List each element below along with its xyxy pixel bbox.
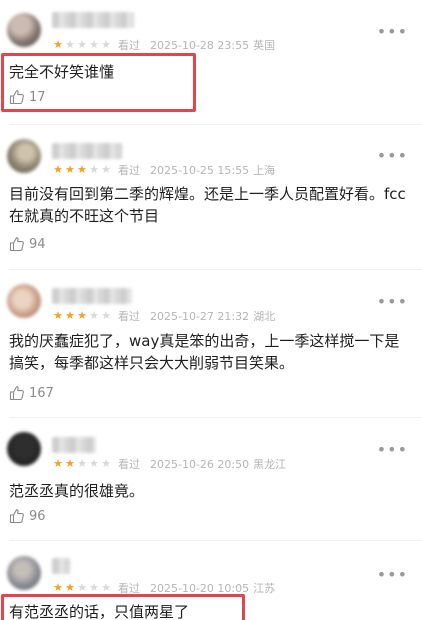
thumbs-up-icon xyxy=(9,90,24,105)
review-content: 有范丞丞的话，只值两星了 xyxy=(9,603,190,620)
like-count: 167 xyxy=(29,385,54,401)
like-button[interactable]: 17 xyxy=(9,89,46,105)
divider xyxy=(9,269,422,270)
like-button[interactable]: 167 xyxy=(9,385,54,401)
review-feed: ★ ★ ★ ★ ★ 看过 2025-10-28 23:55 英国 ••• 完全不好笑谁懂… xyxy=(0,0,422,620)
star-icon: ★ xyxy=(65,163,75,176)
watched-label: 看过 xyxy=(118,164,140,177)
star-icon: ★ xyxy=(77,457,87,470)
review-datetime: 2025-10-20 10:05 xyxy=(150,581,250,595)
thumbs-up-icon xyxy=(9,237,24,252)
avatar[interactable] xyxy=(7,432,41,466)
username-blurred[interactable] xyxy=(52,558,70,574)
rating-stars: ★ ★ ★ ★ ★ xyxy=(52,458,112,470)
username-blurred[interactable] xyxy=(52,143,122,159)
watched-label: 看过 xyxy=(118,39,140,52)
review-datetime: 2025-10-28 23:55 xyxy=(150,38,250,52)
star-icon: ★ xyxy=(65,309,75,322)
star-icon: ★ xyxy=(101,457,111,470)
star-icon: ★ xyxy=(77,309,87,322)
review-content: 我的厌蠢症犯了，way真是笨的出奇，上一季这样搅一下是搞笑，每季都这样只会大大削… xyxy=(9,332,400,372)
star-icon: ★ xyxy=(89,38,99,51)
like-count: 96 xyxy=(29,508,46,524)
like-button[interactable]: 96 xyxy=(9,508,46,524)
more-dots-icon[interactable]: ••• xyxy=(377,292,408,311)
star-icon: ★ xyxy=(65,38,75,51)
star-icon: ★ xyxy=(53,38,63,51)
review-content: 范丞丞真的很雄竟。 xyxy=(9,482,145,500)
star-icon: ★ xyxy=(77,38,87,51)
watched-label: 看过 xyxy=(118,310,140,323)
star-icon: ★ xyxy=(65,457,75,470)
review-content: 完全不好笑谁懂 xyxy=(9,63,115,81)
star-icon: ★ xyxy=(53,457,63,470)
avatar[interactable] xyxy=(7,284,41,318)
avatar[interactable] xyxy=(7,556,41,590)
star-icon: ★ xyxy=(101,581,111,594)
star-icon: ★ xyxy=(53,163,63,176)
more-dots-icon[interactable]: ••• xyxy=(377,146,408,165)
review-meta: ★ ★ ★ ★ ★ 看过 2025-10-27 21:32 湖北 xyxy=(52,309,276,324)
more-dots-icon[interactable]: ••• xyxy=(377,440,408,459)
thumbs-up-icon xyxy=(9,509,24,524)
watched-label: 看过 xyxy=(118,458,140,471)
rating-stars: ★ ★ ★ ★ ★ xyxy=(52,164,112,176)
review-meta: ★ ★ ★ ★ ★ 看过 2025-10-25 15:55 上海 xyxy=(52,163,276,178)
star-icon: ★ xyxy=(101,309,111,322)
star-icon: ★ xyxy=(101,163,111,176)
star-icon: ★ xyxy=(77,163,87,176)
avatar[interactable] xyxy=(7,13,41,47)
review-location: 上海 xyxy=(253,164,276,177)
review-location: 英国 xyxy=(253,39,276,52)
like-button[interactable]: 94 xyxy=(9,236,46,252)
like-count: 17 xyxy=(29,89,46,105)
username-blurred[interactable] xyxy=(52,12,134,28)
star-icon: ★ xyxy=(53,581,63,594)
review-meta: ★ ★ ★ ★ ★ 看过 2025-10-28 23:55 英国 xyxy=(52,38,276,53)
avatar[interactable] xyxy=(7,139,41,173)
rating-stars: ★ ★ ★ ★ ★ xyxy=(52,582,112,594)
star-icon: ★ xyxy=(65,581,75,594)
review-datetime: 2025-10-27 21:32 xyxy=(150,309,250,323)
more-dots-icon[interactable]: ••• xyxy=(377,22,408,41)
like-count: 94 xyxy=(29,236,46,252)
review-datetime: 2025-10-26 20:50 xyxy=(150,457,250,471)
rating-stars: ★ ★ ★ ★ ★ xyxy=(52,310,112,322)
rating-stars: ★ ★ ★ ★ ★ xyxy=(52,39,112,51)
review-location: 江苏 xyxy=(253,582,276,595)
review-meta: ★ ★ ★ ★ ★ 看过 2025-10-20 10:05 江苏 xyxy=(52,581,276,596)
watched-label: 看过 xyxy=(118,582,140,595)
star-icon: ★ xyxy=(89,163,99,176)
more-dots-icon[interactable]: ••• xyxy=(377,565,408,584)
star-icon: ★ xyxy=(89,457,99,470)
star-icon: ★ xyxy=(89,309,99,322)
star-icon: ★ xyxy=(101,38,111,51)
review-content: 目前没有回到第二季的辉煌。还是上一季人员配置好看。fcc在就真的不旺这个节目 xyxy=(9,185,406,225)
divider xyxy=(9,417,422,418)
review-datetime: 2025-10-25 15:55 xyxy=(150,163,250,177)
review-location: 湖北 xyxy=(253,310,276,323)
divider xyxy=(9,124,422,125)
star-icon: ★ xyxy=(89,581,99,594)
review-location: 黑龙江 xyxy=(253,458,287,471)
review-meta: ★ ★ ★ ★ ★ 看过 2025-10-26 20:50 黑龙江 xyxy=(52,457,287,472)
star-icon: ★ xyxy=(77,581,87,594)
username-blurred[interactable] xyxy=(52,288,132,304)
username-blurred[interactable] xyxy=(52,437,96,453)
star-icon: ★ xyxy=(53,309,63,322)
divider xyxy=(9,540,422,541)
thumbs-up-icon xyxy=(9,386,24,401)
